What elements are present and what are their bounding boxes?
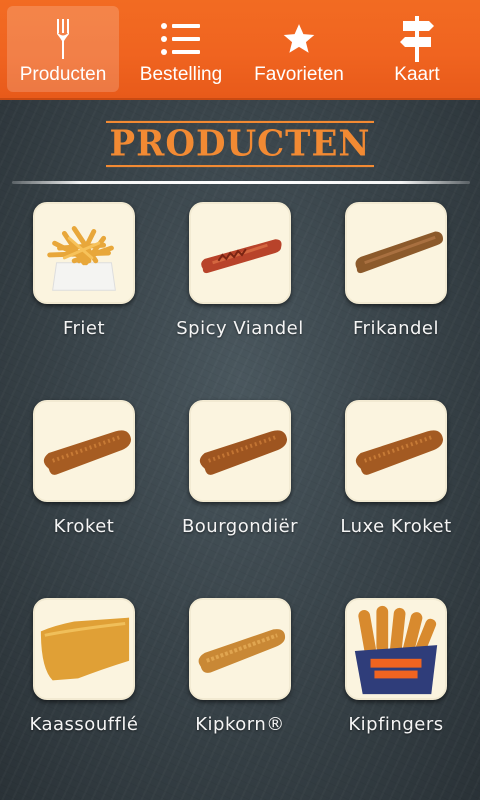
title-divider: [12, 181, 470, 184]
tab-favorieten[interactable]: Favorieten: [243, 6, 355, 92]
tab-label: Favorieten: [254, 64, 344, 85]
product-image-luxe-kroket: [345, 400, 447, 502]
product-image-fries: [33, 202, 135, 304]
page-title-container: PRODUCTEN: [0, 120, 480, 168]
product-name: Friet: [62, 318, 106, 339]
product-name: Spicy Viandel: [176, 318, 304, 339]
tab-label: Producten: [19, 64, 107, 85]
product-item-luxe-kroket[interactable]: Luxe Kroket: [316, 400, 476, 537]
product-image-kroket: [33, 400, 135, 502]
top-navigation: Producten Bestelling Favorieten Kaart: [0, 0, 480, 100]
product-item-kipfingers[interactable]: Kipfingers: [316, 598, 476, 735]
product-image-kipfingers: [345, 598, 447, 700]
product-image-frikandel: [345, 202, 447, 304]
page-title: PRODUCTEN: [105, 120, 375, 168]
tab-label: Bestelling: [139, 64, 223, 85]
product-name: Bourgondiër: [181, 516, 299, 537]
product-item-kipkorn[interactable]: Kipkorn®: [160, 598, 320, 735]
product-image-spicy-viandel: [189, 202, 291, 304]
product-name: Kipkorn®: [195, 714, 285, 735]
tab-producten[interactable]: Producten: [7, 6, 119, 92]
star-icon: [282, 14, 316, 64]
product-item-kaassouffle[interactable]: Kaassoufflé: [4, 598, 164, 735]
product-name: Luxe Kroket: [340, 516, 452, 537]
fork-icon: [53, 14, 73, 64]
product-name: Kroket: [53, 516, 115, 537]
product-name: Kaassoufflé: [29, 714, 139, 735]
signpost-icon: [399, 14, 435, 64]
product-image-kaassouffle: [33, 598, 135, 700]
product-item-bourgondier[interactable]: Bourgondiër: [160, 400, 320, 537]
product-image-bourgondier: [189, 400, 291, 502]
product-item-friet[interactable]: Friet: [4, 202, 164, 339]
product-item-frikandel[interactable]: Frikandel: [316, 202, 476, 339]
tab-bestelling[interactable]: Bestelling: [125, 6, 237, 92]
product-item-spicy-viandel[interactable]: Spicy Viandel: [160, 202, 320, 339]
product-image-kipkorn: [189, 598, 291, 700]
tab-label: Kaart: [394, 64, 440, 85]
product-item-kroket[interactable]: Kroket: [4, 400, 164, 537]
product-name: Frikandel: [353, 318, 439, 339]
product-name: Kipfingers: [348, 714, 444, 735]
tab-kaart[interactable]: Kaart: [361, 6, 473, 92]
list-icon: [160, 14, 202, 64]
